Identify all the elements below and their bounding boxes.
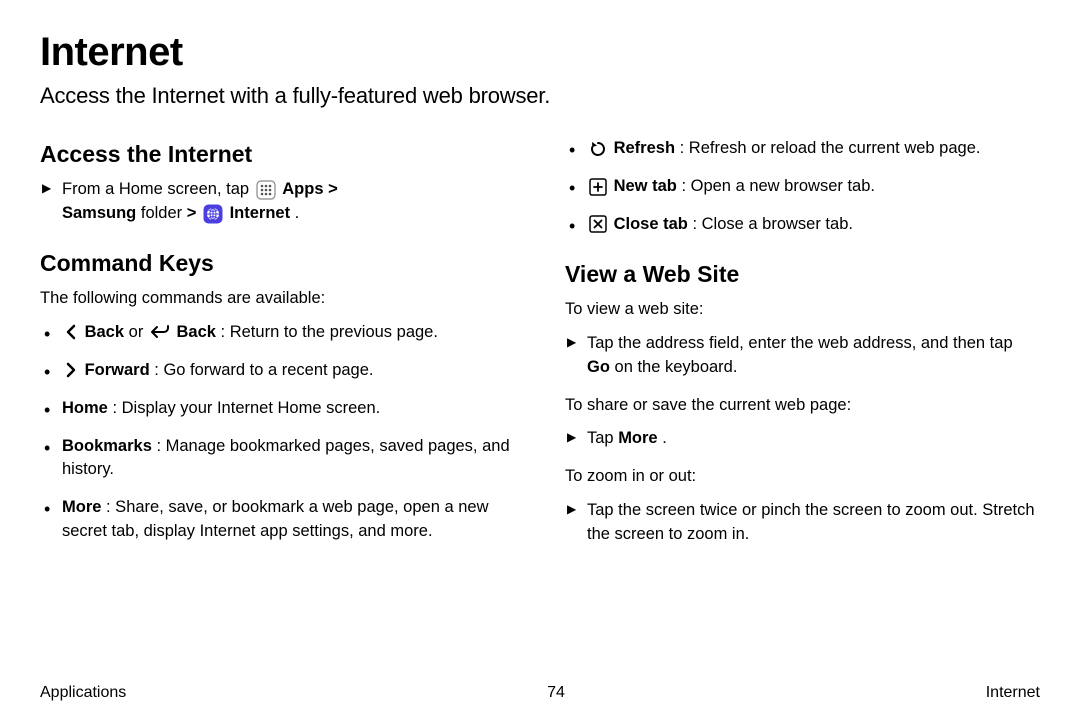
heading-view-website: View a Web Site bbox=[565, 261, 1040, 288]
command-home: Home : Display your Internet Home screen… bbox=[62, 397, 515, 421]
command-more: More : Share, save, or bookmark a web pa… bbox=[62, 496, 515, 544]
refresh-desc: : Refresh or reload the current web page… bbox=[680, 139, 981, 157]
home-desc: : Display your Internet Home screen. bbox=[112, 399, 380, 417]
command-close-tab: Close tab : Close a browser tab. bbox=[587, 213, 1040, 237]
heading-command-keys: Command Keys bbox=[40, 250, 515, 277]
more-desc: : Share, save, or bookmark a web page, o… bbox=[62, 498, 489, 540]
back-or: or bbox=[129, 323, 148, 341]
plus-box-icon bbox=[589, 178, 607, 196]
view-step1-go: Go bbox=[587, 358, 610, 376]
share-intro: To share or save the current web page: bbox=[565, 394, 1040, 418]
command-refresh: Refresh : Refresh or reload the current … bbox=[587, 137, 1040, 161]
share-step-a: Tap bbox=[587, 429, 618, 447]
command-forward: Forward : Go forward to a recent page. bbox=[62, 359, 515, 383]
command-bookmarks: Bookmarks : Manage bookmarked pages, sav… bbox=[62, 435, 515, 483]
heading-access-internet: Access the Internet bbox=[40, 141, 515, 168]
back-label-2: Back bbox=[177, 323, 216, 341]
folder-label: folder bbox=[141, 204, 187, 222]
access-step-prefix: From a Home screen, tap bbox=[62, 180, 254, 198]
access-step: From a Home screen, tap Apps > Samsung f… bbox=[62, 178, 515, 226]
forward-chevron-icon bbox=[64, 362, 78, 378]
apps-grid-icon bbox=[256, 180, 276, 200]
share-step-more: More bbox=[618, 429, 657, 447]
view-step1-b: on the keyboard. bbox=[615, 358, 738, 376]
x-box-icon bbox=[589, 215, 607, 233]
command-new-tab: New tab : Open a new browser tab. bbox=[587, 175, 1040, 199]
apps-label: Apps bbox=[282, 180, 323, 198]
newtab-desc: : Open a new browser tab. bbox=[681, 177, 875, 195]
more-label: More bbox=[62, 498, 101, 516]
page-subtitle: Access the Internet with a fully-feature… bbox=[40, 83, 1040, 109]
samsung-label: Samsung bbox=[62, 204, 136, 222]
page-title: Internet bbox=[40, 30, 1040, 75]
share-step-b: . bbox=[662, 429, 667, 447]
closetab-desc: : Close a browser tab. bbox=[692, 215, 853, 233]
back-label-1: Back bbox=[85, 323, 124, 341]
internet-globe-icon bbox=[203, 204, 223, 224]
bookmarks-label: Bookmarks bbox=[62, 437, 152, 455]
view-step-address: Tap the address field, enter the web add… bbox=[587, 332, 1040, 380]
newtab-label: New tab bbox=[614, 177, 677, 195]
share-step: Tap More . bbox=[587, 427, 1040, 451]
view-step1-a: Tap the address field, enter the web add… bbox=[587, 334, 1013, 352]
right-column: Refresh : Refresh or reload the current … bbox=[565, 137, 1040, 561]
closetab-label: Close tab bbox=[614, 215, 688, 233]
access-period: . bbox=[295, 204, 300, 222]
home-label: Home bbox=[62, 399, 108, 417]
back-desc: : Return to the previous page. bbox=[221, 323, 438, 341]
view-intro: To view a web site: bbox=[565, 298, 1040, 322]
footer-left: Applications bbox=[40, 684, 126, 702]
forward-desc: : Go forward to a recent page. bbox=[154, 361, 373, 379]
command-back: Back or Back : Return to the previous pa… bbox=[62, 321, 515, 345]
zoom-intro: To zoom in or out: bbox=[565, 465, 1040, 489]
page-footer: Applications 74 Internet bbox=[40, 684, 1040, 702]
left-column: Access the Internet From a Home screen, … bbox=[40, 137, 515, 561]
footer-right: Internet bbox=[986, 684, 1040, 702]
content-columns: Access the Internet From a Home screen, … bbox=[40, 137, 1040, 561]
back-return-icon bbox=[150, 324, 170, 340]
refresh-icon bbox=[589, 140, 607, 158]
command-intro: The following commands are available: bbox=[40, 287, 515, 311]
footer-page-number: 74 bbox=[547, 684, 565, 702]
forward-label: Forward bbox=[85, 361, 150, 379]
sep2: > bbox=[187, 204, 201, 222]
internet-label: Internet bbox=[230, 204, 291, 222]
sep1: > bbox=[328, 180, 338, 198]
back-chevron-icon bbox=[64, 324, 78, 340]
zoom-step: Tap the screen twice or pinch the screen… bbox=[587, 499, 1040, 547]
refresh-label: Refresh bbox=[614, 139, 675, 157]
